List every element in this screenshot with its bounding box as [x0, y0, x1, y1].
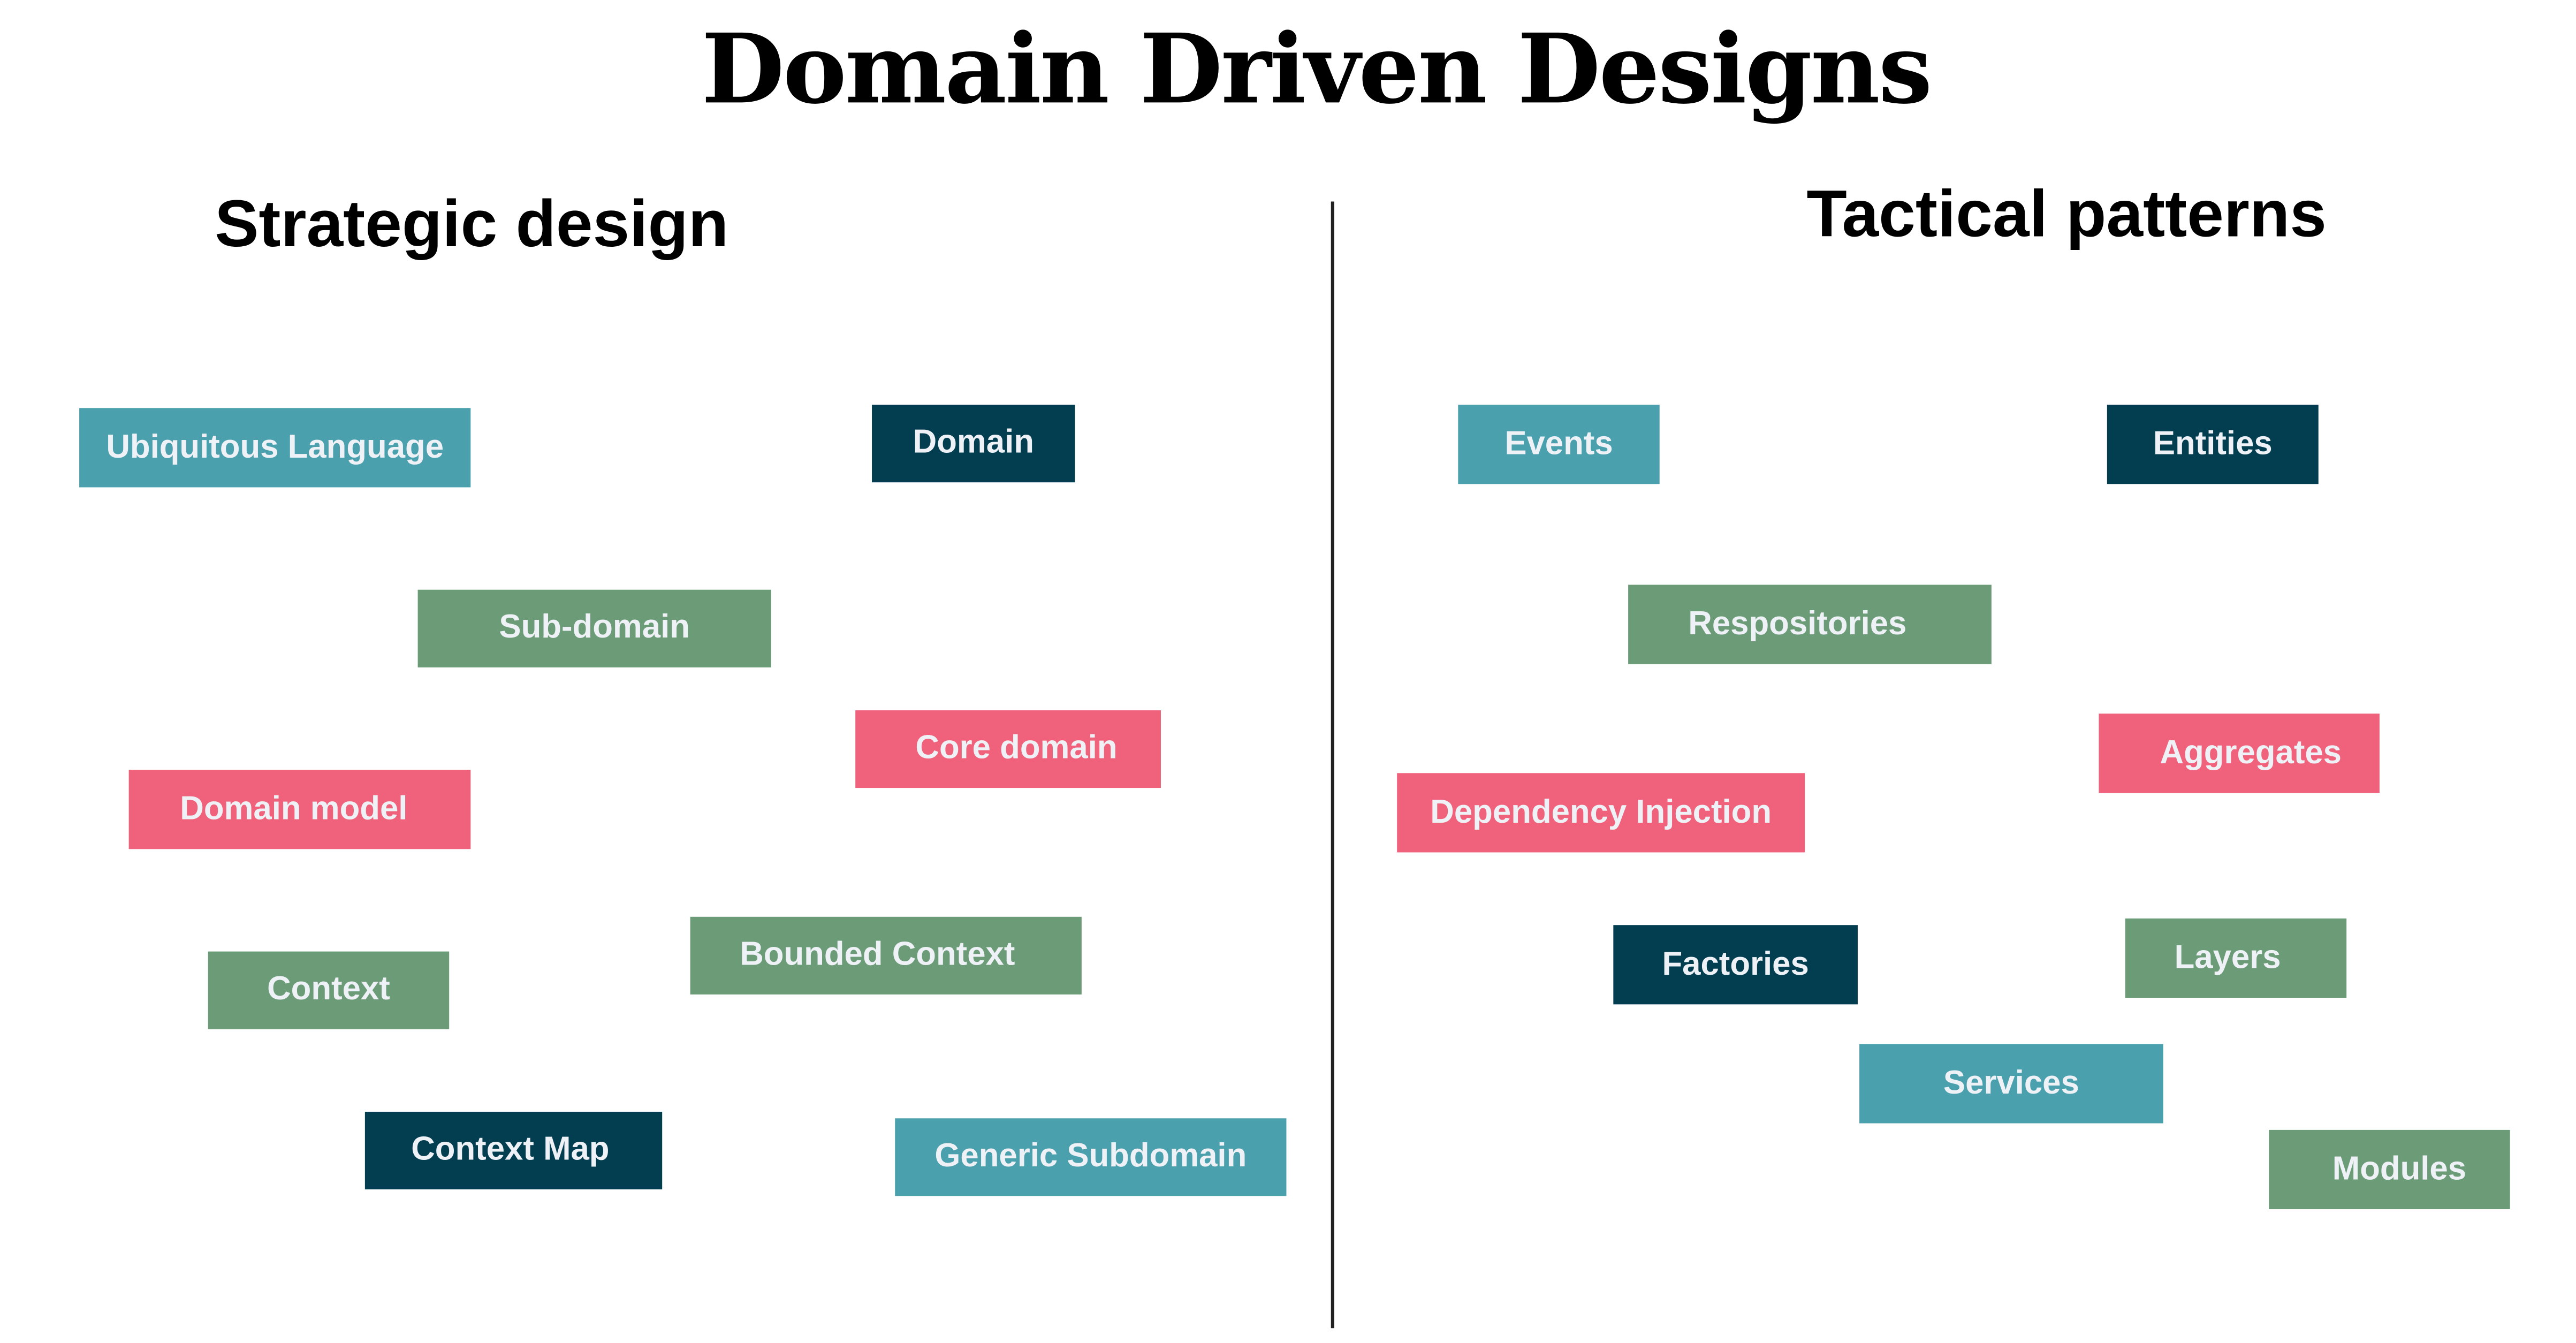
tag-dependency-injection: Dependency Injection [1397, 773, 1805, 853]
tag-bounded-context: Bounded Context [690, 916, 1082, 995]
tag-context-map: Context Map [364, 1111, 663, 1189]
tag-repositories: Respositories [1628, 585, 1992, 664]
tag-modules: Modules [2269, 1129, 2510, 1210]
strategic-heading: Strategic design [215, 188, 729, 261]
tag-layers: Layers [2125, 918, 2347, 998]
tag-context: Context [208, 951, 450, 1029]
tactical-heading: Tactical patterns [1806, 178, 2327, 252]
section-divider [1331, 201, 1334, 1329]
tag-services: Services [1859, 1044, 2163, 1124]
tag-entities: Entities [2107, 405, 2319, 484]
page-title: Domain Driven Designs [701, 13, 1933, 126]
tag-core-domain: Core domain [855, 710, 1161, 788]
diagram-canvas: Domain Driven Designs Strategic design T… [0, 0, 2576, 1343]
tag-domain-model: Domain model [128, 770, 471, 849]
tag-events: Events [1458, 405, 1660, 484]
tag-domain: Domain [872, 405, 1075, 483]
tag-aggregates: Aggregates [2099, 714, 2380, 793]
tag-factories: Factories [1613, 925, 1858, 1005]
tag-ubiquitous-language: Ubiquitous Language [79, 408, 471, 488]
tag-generic-subdomain: Generic Subdomain [895, 1118, 1287, 1196]
tag-sub-domain: Sub-domain [417, 589, 771, 667]
